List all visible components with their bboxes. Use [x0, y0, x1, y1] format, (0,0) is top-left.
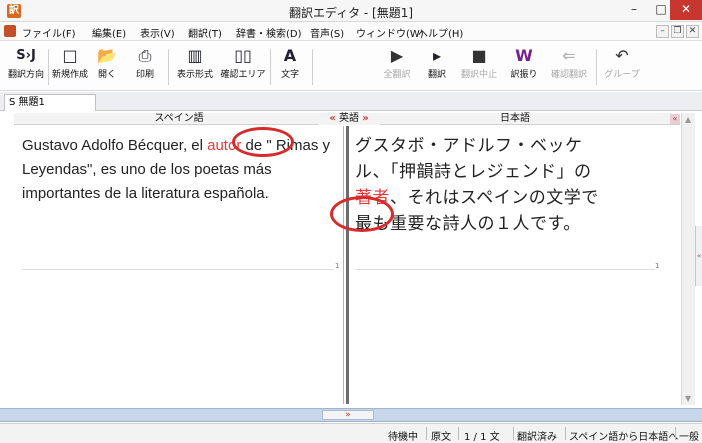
target-text[interactable]: グスタボ・アドルフ・ベッケ ル、「押韻詩とレジェンド」の 著者、それはスペインの…: [355, 133, 677, 237]
scroll-up-icon[interactable]: ▲: [685, 115, 691, 124]
title-bar: 訳 翻訳エディタ - [無題1] – □ ✕: [0, 0, 702, 22]
translate-all-button[interactable]: ▶ 全翻訳: [378, 45, 416, 89]
printer-icon: ⎙: [138, 46, 152, 65]
confirm-translate-icon: ⇐: [562, 46, 576, 65]
display-format-icon: ▥: [187, 46, 203, 65]
mdi-close-button[interactable]: ✕: [686, 25, 699, 38]
menu-voice[interactable]: 音声(S): [310, 25, 344, 40]
mdi-restore-button[interactable]: ❐: [671, 25, 684, 38]
open-folder-icon: 📂: [97, 46, 117, 65]
font-icon: A: [283, 46, 297, 65]
side-panel-handle-icon[interactable]: «: [695, 226, 702, 286]
direction-indicator[interactable]: « 英語 »: [318, 113, 380, 125]
confirm-area-icon: ▯▯: [234, 46, 252, 65]
toolbar: S›J 翻訳方向 □ 新規作成 📂 開く ⎙ 印刷 ▥ 表示形式 ▯▯ 確認エリ…: [0, 41, 702, 91]
ruby-translation-icon: W: [515, 46, 533, 65]
status-bar: 待機中 原文 1 / 1 文 翻訳済み スペイン語から日本語へ 一般: [0, 423, 702, 443]
group-icon: ↶: [615, 46, 629, 65]
translation-direction-icon: S›J: [16, 48, 36, 63]
target-highlight-circle: [330, 196, 394, 232]
direction-label: 英語: [339, 113, 359, 124]
sentence-divider: [355, 269, 655, 270]
translate-icon: ▸: [432, 46, 442, 65]
menu-help[interactable]: ヘルプ(H): [418, 25, 463, 40]
menu-translate[interactable]: 翻訳(T): [188, 25, 222, 40]
font-button[interactable]: A 文字: [274, 45, 306, 89]
stop-translation-button[interactable]: ■ 翻訳中止: [456, 45, 502, 89]
menu-edit[interactable]: 編集(E): [92, 25, 126, 40]
confirm-area-button[interactable]: ▯▯ 確認エリア: [218, 45, 268, 89]
document-tab-strip: S 無題1: [0, 92, 702, 111]
target-pane[interactable]: グスタボ・アドルフ・ベッケ ル、「押韻詩とレジェンド」の 著者、それはスペインの…: [346, 126, 680, 404]
confirm-translate-button[interactable]: ⇐ 確認翻訳: [546, 45, 592, 89]
menu-dictionary-search[interactable]: 辞書・検索(D): [236, 25, 302, 40]
vertical-scrollbar[interactable]: ▲ ▼: [681, 113, 695, 405]
translate-all-icon: ▶: [390, 46, 404, 65]
menu-window[interactable]: ウィンドウ(W): [356, 25, 424, 40]
status-translated: 翻訳済み: [517, 432, 557, 443]
new-document-button[interactable]: □ 新規作成: [50, 45, 90, 89]
target-row-number: 1: [655, 262, 660, 270]
ruby-translation-button[interactable]: W 訳振り: [506, 45, 542, 89]
mdi-minimize-button[interactable]: –: [656, 25, 669, 38]
status-state: 待機中: [388, 432, 418, 443]
tab-untitled-1[interactable]: S 無題1: [4, 94, 96, 111]
print-button[interactable]: ⎙ 印刷: [128, 45, 162, 89]
document-icon[interactable]: [4, 25, 16, 37]
open-button[interactable]: 📂 開く: [92, 45, 122, 89]
translation-direction-button[interactable]: S›J 翻訳方向: [6, 45, 46, 89]
minimize-button[interactable]: –: [620, 0, 648, 20]
target-language-label: 日本語: [500, 113, 530, 124]
menu-bar: ファイル(F) 編集(E) 表示(V) 翻訳(T) 辞書・検索(D) 音声(S)…: [0, 22, 702, 41]
translate-button[interactable]: ▸ 翻訳: [422, 45, 452, 89]
status-field: 一般: [679, 432, 699, 443]
sentence-divider: [22, 269, 334, 270]
status-source-mode: 原文: [431, 432, 451, 443]
source-highlight-circle: [232, 127, 294, 157]
source-language-header: スペイン語: [14, 113, 344, 125]
status-direction: スペイン語から日本語へ: [569, 432, 679, 443]
collapse-pane-icon[interactable]: «: [670, 114, 680, 124]
menu-view[interactable]: 表示(V): [140, 25, 175, 40]
new-document-icon: □: [62, 46, 78, 65]
source-row-number: 1: [335, 262, 340, 270]
splitter-grip-icon[interactable]: »: [322, 410, 374, 420]
scroll-down-icon[interactable]: ▼: [685, 394, 691, 403]
horizontal-splitter[interactable]: »: [0, 408, 702, 422]
menu-file[interactable]: ファイル(F): [22, 25, 76, 40]
window-title: 翻訳エディタ - [無題1]: [288, 6, 414, 20]
close-button[interactable]: ✕: [670, 0, 702, 20]
stop-icon: ■: [471, 46, 487, 65]
target-language-header: 日本語: [350, 113, 680, 125]
source-language-label: スペイン語: [154, 113, 204, 124]
status-sentence-count: 1 / 1 文: [464, 432, 500, 443]
source-pane[interactable]: Gustavo Adolfo Bécquer, el autor de " Ri…: [14, 126, 344, 404]
display-format-button[interactable]: ▥ 表示形式: [172, 45, 218, 89]
arrow-left-icon: «: [329, 113, 336, 124]
arrow-right-icon: »: [362, 113, 369, 124]
group-button[interactable]: ↶ グループ: [600, 45, 644, 89]
